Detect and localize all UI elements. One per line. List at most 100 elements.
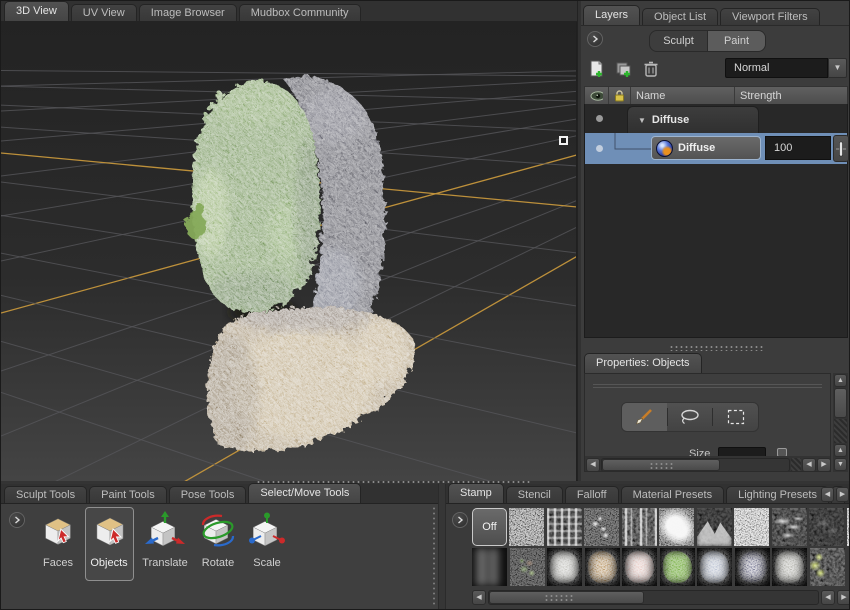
layers-collapse-button[interactable]: [587, 31, 603, 47]
new-layer-button[interactable]: [587, 59, 607, 84]
tray-splitter-grip[interactable]: [432, 506, 436, 606]
tab-scroll-right-button[interactable]: ▶: [836, 487, 849, 502]
strength-slider-icon: [835, 140, 847, 158]
delete-layer-button[interactable]: [642, 59, 660, 84]
layer-group-row[interactable]: ▼ Diffuse: [585, 104, 847, 133]
dropdown-arrow-button[interactable]: ▼: [828, 58, 847, 78]
layer-thumbnail-icon: [656, 140, 673, 157]
layer-visibility-dot[interactable]: [596, 145, 603, 152]
sculpt-mode-button[interactable]: Sculpt: [650, 31, 707, 51]
scroll-down-button[interactable]: ▼: [834, 458, 847, 471]
properties-vscrollbar[interactable]: ▲ ▲ ▼: [833, 373, 848, 472]
visibility-column-header[interactable]: [585, 87, 609, 105]
stamp-thumbnail-faint[interactable]: [809, 508, 844, 546]
faces-cube-icon: [37, 510, 79, 548]
vscroll-thumb[interactable]: [834, 388, 847, 418]
tool-rotate[interactable]: Rotate: [191, 510, 245, 569]
tray-collapse-button[interactable]: [452, 512, 468, 528]
lock-column-header[interactable]: [609, 87, 631, 105]
stamp-thumbnail-rock[interactable]: [622, 548, 657, 586]
tab-sculpt-tools[interactable]: Sculpt Tools: [4, 486, 87, 503]
stamp-thumbnail-moss[interactable]: [510, 548, 545, 586]
layer-row-selected[interactable]: Diffuse 100: [585, 133, 847, 164]
stamp-thumbnail-rock[interactable]: [585, 548, 620, 586]
3d-viewport[interactable]: [1, 22, 577, 481]
bottom-splitter[interactable]: [438, 484, 446, 610]
stamp-thumbnail-leaves[interactable]: [810, 548, 845, 586]
stamp-thumbnail-pebbles[interactable]: [735, 548, 770, 586]
tool-scale[interactable]: Scale: [240, 510, 294, 569]
scroll-up-button[interactable]: ▲: [834, 444, 847, 457]
stamp-thumbnail-smear[interactable]: [472, 548, 507, 586]
tab-image-browser[interactable]: Image Browser: [139, 4, 237, 21]
stamp-thumbnail-clumps[interactable]: [584, 508, 619, 546]
tab-scroll-left-button[interactable]: ◀: [821, 487, 834, 502]
tool-objects[interactable]: Objects: [82, 510, 136, 569]
blend-mode-dropdown[interactable]: Normal ▼: [725, 58, 847, 78]
scroll-left-button[interactable]: ◀: [586, 458, 600, 472]
layer-strength-field[interactable]: 100: [765, 136, 831, 160]
tab-uv-view[interactable]: UV View: [71, 4, 137, 21]
stamp-hscrollbar[interactable]: ◀ ◀ ▶: [472, 589, 850, 606]
scroll-left-button[interactable]: ◀: [472, 590, 486, 605]
tool-translate[interactable]: Translate: [138, 510, 192, 569]
tab-object-list[interactable]: Object List: [642, 8, 718, 25]
scroll-right-button[interactable]: ▶: [837, 590, 850, 605]
layer-name-button[interactable]: Diffuse: [651, 136, 761, 160]
sculpted-head-model[interactable]: [181, 62, 421, 458]
scroll-up-button[interactable]: ▲: [834, 374, 847, 387]
properties-hscrollbar[interactable]: ◀ ◀ ▶: [585, 456, 831, 472]
strength-slider-button[interactable]: [833, 135, 849, 162]
panel-splitter-grip[interactable]: [669, 345, 763, 351]
tab-select-move-tools[interactable]: Select/Move Tools: [248, 483, 361, 503]
marquee-tool-button[interactable]: [713, 403, 758, 431]
stamp-thumbnail-speckle[interactable]: [509, 508, 544, 546]
tab-material-presets[interactable]: Material Presets: [621, 486, 724, 503]
stamp-hscroll-thumb[interactable]: [489, 591, 644, 604]
stamp-thumbnail-rock[interactable]: [547, 548, 582, 586]
stamp-thumbnail-rock[interactable]: [772, 548, 807, 586]
scroll-left-button[interactable]: ◀: [821, 590, 835, 605]
stamp-thumbnail-bark[interactable]: [622, 508, 657, 546]
tab-3d-view[interactable]: 3D View: [4, 1, 69, 21]
tab-layers[interactable]: Layers: [583, 5, 640, 25]
scroll-left-button[interactable]: ◀: [802, 458, 816, 472]
tab-pose-tools[interactable]: Pose Tools: [169, 486, 247, 503]
properties-tab[interactable]: Properties: Objects: [584, 353, 702, 373]
tab-viewport-filters[interactable]: Viewport Filters: [720, 8, 820, 25]
stamp-thumbnail-mounts[interactable]: [697, 508, 732, 546]
layer-group-header[interactable]: ▼ Diffuse: [627, 106, 759, 133]
stamp-thumbnail-rock[interactable]: [697, 548, 732, 586]
viewport-resize-handle[interactable]: [559, 136, 568, 145]
hscroll-thumb[interactable]: [602, 459, 720, 471]
stamp-thumbnail-noise[interactable]: [847, 508, 850, 546]
strength-column-header[interactable]: Strength: [735, 87, 847, 105]
stamp-row-2: [472, 548, 850, 586]
marquee-icon: [726, 408, 746, 426]
paint-mode-button[interactable]: Paint: [708, 31, 765, 51]
group-visibility-dot[interactable]: [596, 115, 603, 122]
stamp-thumbnail-smudges[interactable]: [772, 508, 807, 546]
tab-lighting-presets[interactable]: Lighting Presets: [726, 486, 829, 503]
tab-mudbox-community[interactable]: Mudbox Community: [239, 4, 361, 21]
stamp-off-button[interactable]: Off: [472, 508, 507, 546]
eye-icon: [590, 91, 603, 101]
stamp-thumbnail-blob[interactable]: [659, 508, 694, 546]
tray-tabbar: StampStencilFalloffMaterial PresetsLight…: [446, 484, 850, 504]
tab-stencil[interactable]: Stencil: [506, 486, 563, 503]
scroll-right-button[interactable]: ▶: [817, 458, 831, 472]
lasso-tool-button[interactable]: [668, 403, 713, 431]
tab-falloff[interactable]: Falloff: [565, 486, 619, 503]
duplicate-layer-button[interactable]: [614, 59, 634, 84]
stamp-thumbnail-noise[interactable]: [734, 508, 769, 546]
brush-icon: [634, 408, 654, 426]
brush-tool-button[interactable]: [622, 403, 667, 431]
tab-stamp[interactable]: Stamp: [448, 483, 504, 503]
stamp-thumbnail-moss2[interactable]: [660, 548, 695, 586]
sculpt-paint-toggle[interactable]: Sculpt Paint: [649, 30, 766, 52]
stamp-thumbnail-plaid[interactable]: [547, 508, 582, 546]
tab-paint-tools[interactable]: Paint Tools: [89, 486, 167, 503]
group-expand-icon[interactable]: ▼: [638, 116, 646, 125]
name-column-header[interactable]: Name: [631, 87, 735, 105]
tool-faces[interactable]: Faces: [31, 510, 85, 569]
